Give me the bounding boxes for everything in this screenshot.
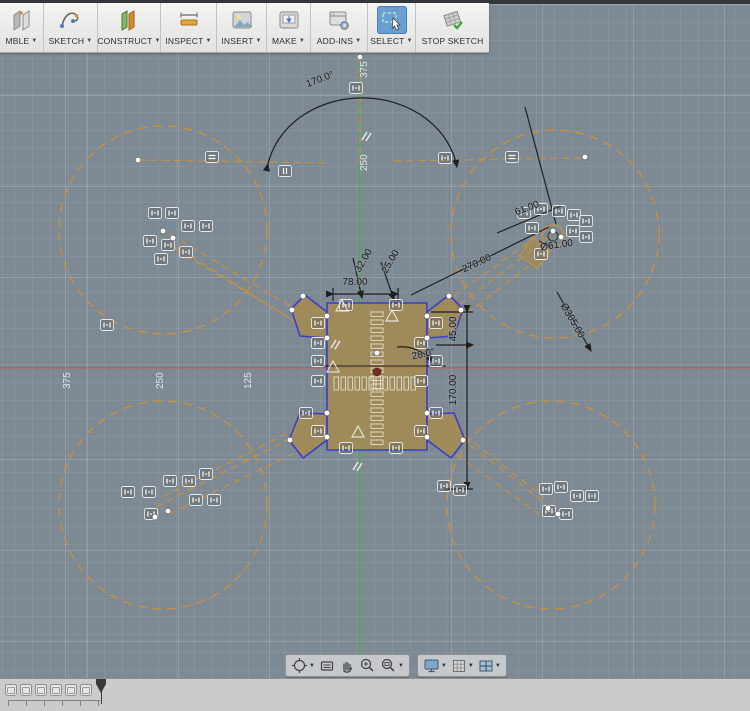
toolbar-button-sketch[interactable]: SKETCH▼ xyxy=(44,3,98,52)
toolbar-label: CONSTRUCT xyxy=(97,36,152,46)
toolbar-button-make[interactable]: MAKE▼ xyxy=(267,3,311,52)
stop-sketch-icon xyxy=(438,6,468,34)
viewport-canvas[interactable] xyxy=(0,3,750,678)
toolbar-button-insert[interactable]: INSERT▼ xyxy=(217,3,267,52)
look-at-icon[interactable] xyxy=(317,656,337,675)
timeline-ruler xyxy=(8,700,100,706)
dropdown-caret-icon: ▼ xyxy=(495,663,501,669)
toolbar-label: SELECT xyxy=(370,36,404,46)
toolbar-button-construct[interactable]: CONSTRUCT▼ xyxy=(98,3,161,52)
toolbar-label: ADD-INS xyxy=(317,36,353,46)
toolbar-label: INSERT xyxy=(221,36,253,46)
timeline-bar xyxy=(0,678,750,711)
dropdown-caret-icon: ▼ xyxy=(86,38,92,44)
sketch-icon xyxy=(56,6,86,34)
dropdown-caret-icon: ▼ xyxy=(155,38,161,44)
dropdown-caret-icon: ▼ xyxy=(256,38,262,44)
timeline-feature-icon[interactable] xyxy=(65,684,77,696)
toolbar-label: MAKE xyxy=(272,36,297,46)
toolbar-button-assemble[interactable]: MBLE▼ xyxy=(0,3,44,52)
inspect-icon xyxy=(174,6,204,34)
navigation-tools-group: ▼ ▼ xyxy=(285,654,410,677)
toolbar-button-stop-sketch[interactable]: STOP SKETCH xyxy=(416,3,489,52)
orbit-icon[interactable]: ▼ xyxy=(289,656,317,675)
viewports-icon[interactable]: ▼ xyxy=(476,656,503,675)
toolbar-label: SKETCH xyxy=(49,36,85,46)
timeline-feature-icon[interactable] xyxy=(20,684,32,696)
construct-icon xyxy=(114,6,144,34)
dropdown-caret-icon: ▼ xyxy=(468,663,474,669)
addins-icon: >- xyxy=(324,6,354,34)
main-toolbar: MBLE▼ SKETCH▼ CONSTRUCT▼ INSPECT▼ INSERT… xyxy=(0,3,489,53)
timeline-feature-icon[interactable] xyxy=(50,684,62,696)
dropdown-caret-icon: ▼ xyxy=(299,38,305,44)
toolbar-label: MBLE xyxy=(5,36,29,46)
timeline-feature-icon[interactable] xyxy=(35,684,47,696)
make-icon xyxy=(274,6,304,34)
dropdown-caret-icon: ▼ xyxy=(407,38,413,44)
display-settings-group: ▼ ▼ ▼ xyxy=(417,654,507,677)
dropdown-caret-icon: ▼ xyxy=(31,38,37,44)
toolbar-button-inspect[interactable]: INSPECT▼ xyxy=(161,3,217,52)
zoom-window-icon[interactable]: ▼ xyxy=(378,656,406,675)
dropdown-caret-icon: ▼ xyxy=(355,38,361,44)
select-icon xyxy=(377,6,407,34)
display-settings-icon[interactable]: ▼ xyxy=(421,656,449,675)
grid-settings-icon[interactable]: ▼ xyxy=(449,656,476,675)
timeline-feature-icon[interactable] xyxy=(5,684,17,696)
toolbar-button-select[interactable]: SELECT▼ xyxy=(368,3,416,52)
dropdown-caret-icon: ▼ xyxy=(309,663,315,669)
zoom-icon[interactable] xyxy=(357,656,378,675)
toolbar-button-addins[interactable]: >- ADD-INS▼ xyxy=(311,3,368,52)
timeline-feature-icon[interactable] xyxy=(80,684,92,696)
toolbar-label: INSPECT xyxy=(165,36,203,46)
view-navbar: ▼ ▼ ▼ ▼ ▼ xyxy=(285,654,507,677)
timeline-playhead[interactable] xyxy=(96,680,106,704)
assemble-icon xyxy=(7,6,37,34)
toolbar-label: STOP SKETCH xyxy=(422,36,484,46)
insert-icon xyxy=(227,6,257,34)
pan-icon[interactable] xyxy=(337,656,357,675)
dropdown-caret-icon: ▼ xyxy=(441,663,447,669)
dropdown-caret-icon: ▼ xyxy=(398,663,404,669)
dropdown-caret-icon: ▼ xyxy=(206,38,212,44)
